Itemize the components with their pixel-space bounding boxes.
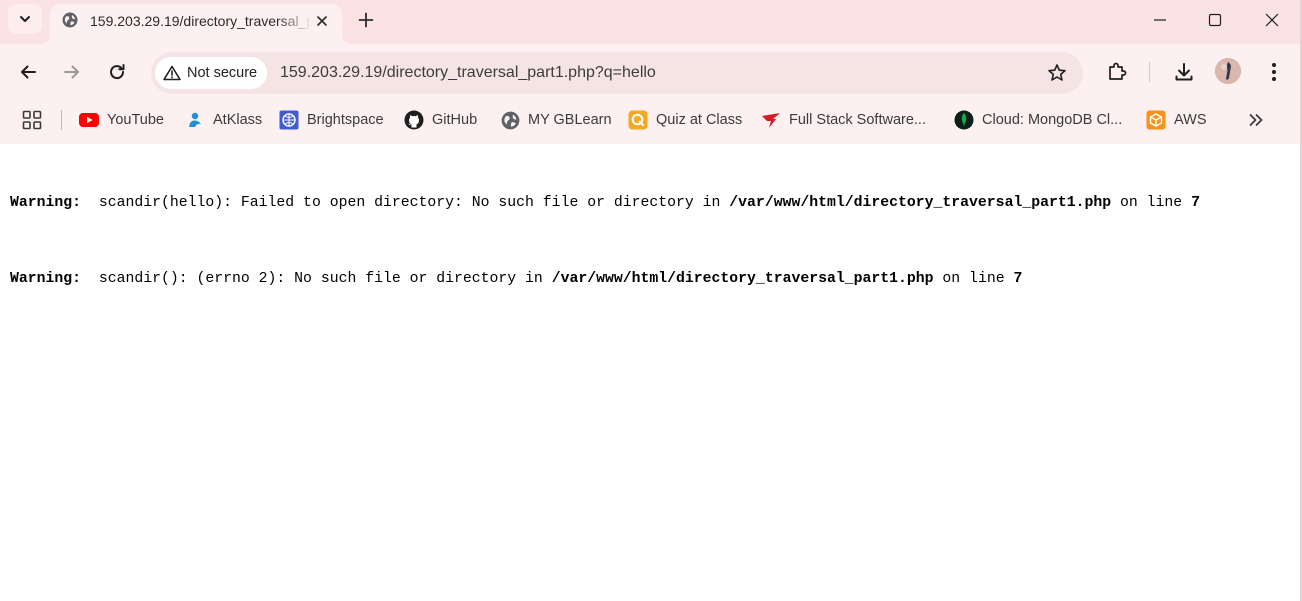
bookmark-mongodb[interactable]: Cloud: MongoDB Cl... xyxy=(954,108,1122,132)
warning-icon xyxy=(163,65,181,81)
bookmark-label: AtKlass xyxy=(213,112,263,128)
bookmark-aws[interactable]: AWS xyxy=(1146,108,1207,132)
forward-button[interactable] xyxy=(58,58,86,86)
minimize-icon xyxy=(1154,19,1166,21)
reload-icon xyxy=(110,64,125,80)
puzzle-icon xyxy=(1109,62,1127,80)
profile-avatar[interactable] xyxy=(1215,58,1241,84)
warning-on-line: on line xyxy=(1120,195,1183,211)
apps-grid-icon xyxy=(22,110,42,130)
warning-file: /var/www/html/directory_traversal_part1.… xyxy=(551,271,934,287)
plus-icon xyxy=(358,12,374,28)
bookmark-label: AWS xyxy=(1174,112,1207,128)
warning-on-line: on line xyxy=(942,271,1005,287)
avatar-image xyxy=(1215,58,1241,84)
brightspace-icon xyxy=(279,110,299,130)
warning-file: /var/www/html/directory_traversal_part1.… xyxy=(729,195,1112,211)
bookmarks-separator xyxy=(61,110,62,130)
bookmark-label: GitHub xyxy=(432,112,478,128)
toolbar-divider xyxy=(1149,62,1150,82)
close-icon xyxy=(1265,13,1279,27)
bookmark-label: Cloud: MongoDB Cl... xyxy=(982,112,1123,128)
page-content: Warning: scandir(hello): Failed to open … xyxy=(0,144,1302,601)
tab-search-button[interactable] xyxy=(8,4,42,34)
apps-button[interactable] xyxy=(20,109,44,131)
bookmark-github[interactable]: GitHub xyxy=(404,108,477,132)
download-icon xyxy=(1175,63,1193,81)
star-icon xyxy=(1048,64,1066,81)
extensions-button[interactable] xyxy=(1103,58,1131,86)
tab-title: 159.203.29.19/directory_traversal_part1.… xyxy=(90,13,312,29)
atklass-icon xyxy=(185,110,205,130)
bookmark-label: YouTube xyxy=(107,112,164,128)
toolbar: Not secure 159.203.29.19/directory_trave… xyxy=(0,44,1302,100)
security-label: Not secure xyxy=(187,65,258,81)
bookmarks-overflow-button[interactable] xyxy=(1244,108,1268,132)
maximize-button[interactable] xyxy=(1187,0,1243,40)
minimize-button[interactable] xyxy=(1132,0,1188,40)
warning-message: scandir(hello): Failed to open directory… xyxy=(98,195,721,211)
fullstack-icon xyxy=(761,110,781,130)
reload-button[interactable] xyxy=(103,58,131,86)
security-chip[interactable]: Not secure xyxy=(155,57,268,89)
bookmark-label: Quiz at Class xyxy=(656,112,743,128)
url-text[interactable]: 159.203.29.19/directory_traversal_part1.… xyxy=(280,63,656,83)
warning-label: Warning xyxy=(10,271,73,287)
warning-message: scandir(): (errno 2): No such file or di… xyxy=(98,271,543,287)
tab-close-button[interactable] xyxy=(312,11,332,31)
globe-icon xyxy=(500,110,520,130)
github-icon xyxy=(404,110,424,130)
bookmark-label: Full Stack Software... xyxy=(789,112,926,128)
chevron-down-icon xyxy=(20,16,30,22)
bookmark-brightspace[interactable]: Brightspace xyxy=(279,108,384,132)
arrow-left-icon xyxy=(21,65,36,79)
bookmark-atklass[interactable]: AtKlass xyxy=(185,108,262,132)
address-bar[interactable]: Not secure 159.203.29.19/directory_trave… xyxy=(151,52,1083,94)
php-warning-1: Warning: scandir(hello): Failed to open … xyxy=(10,195,1200,211)
warning-label: Warning xyxy=(10,195,73,211)
bookmark-quiz-at-class[interactable]: Quiz at Class xyxy=(628,108,742,132)
maximize-icon xyxy=(1208,13,1222,27)
bookmark-full-stack[interactable]: Full Stack Software... xyxy=(761,108,926,132)
tab-strip: 159.203.29.19/directory_traversal_part1.… xyxy=(0,0,1302,44)
more-vertical-icon xyxy=(1272,63,1276,81)
close-window-button[interactable] xyxy=(1244,0,1300,40)
quiz-icon xyxy=(628,110,648,130)
warning-line-number: 7 xyxy=(1013,271,1023,287)
aws-icon xyxy=(1146,110,1166,130)
globe-icon xyxy=(62,12,78,28)
bookmark-star-button[interactable] xyxy=(1045,61,1069,85)
warning-line-number: 7 xyxy=(1191,195,1200,211)
back-button[interactable] xyxy=(14,58,42,86)
arrow-right-icon xyxy=(64,65,79,79)
downloads-button[interactable] xyxy=(1170,58,1198,86)
bookmark-my-gblearn[interactable]: MY GBLearn xyxy=(500,108,612,132)
bookmark-youtube[interactable]: YouTube xyxy=(79,108,164,132)
new-tab-button[interactable] xyxy=(352,6,380,34)
bookmarks-bar: YouTube AtKlass Brightspace GitHub MY GB… xyxy=(0,100,1302,144)
menu-button[interactable] xyxy=(1260,58,1288,86)
youtube-icon xyxy=(79,110,99,130)
mongodb-icon xyxy=(954,110,974,130)
active-tab[interactable]: 159.203.29.19/directory_traversal_part1.… xyxy=(40,4,352,44)
close-icon xyxy=(317,16,327,26)
php-warning-2: Warning: scandir(): (errno 2): No such f… xyxy=(10,271,1023,287)
bookmark-label: Brightspace xyxy=(307,112,384,128)
double-chevron-right-icon xyxy=(1249,114,1263,126)
bookmark-label: MY GBLearn xyxy=(528,112,612,128)
